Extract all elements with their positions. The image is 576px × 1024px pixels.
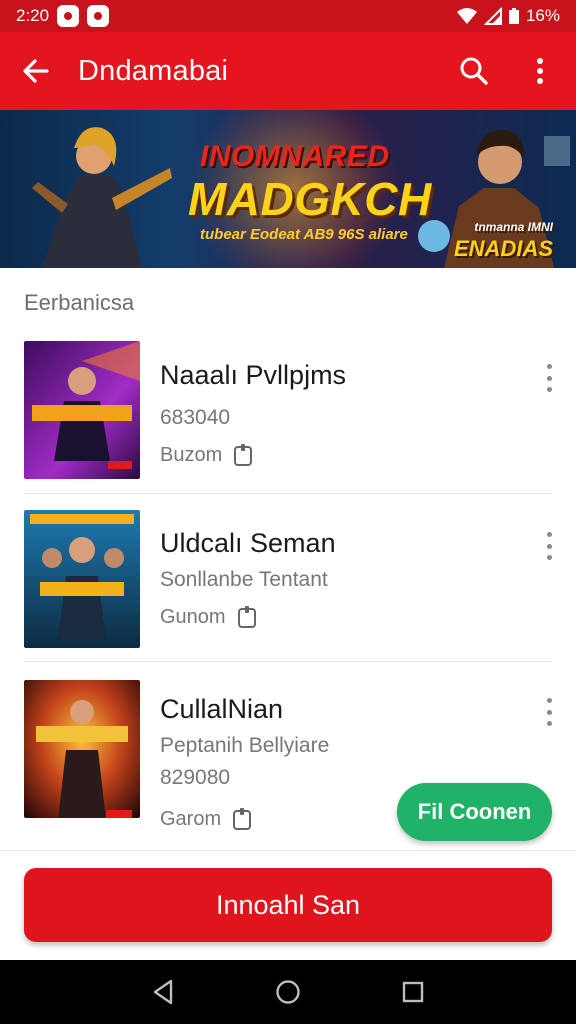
item-thumbnail — [24, 341, 140, 479]
item-thumbnail — [24, 680, 140, 818]
item-subtitle: Sonllanbe Tentant — [160, 568, 328, 591]
item-more-button[interactable] — [544, 364, 554, 392]
notification-icon — [57, 5, 80, 27]
item-more-button[interactable] — [544, 532, 554, 560]
circle-home-icon — [276, 980, 300, 1004]
banner-badge: tnmanna IMNI ENADIAS — [454, 216, 553, 260]
search-button[interactable] — [454, 51, 494, 91]
item-title: Naaalı Pvllpjms — [160, 360, 347, 390]
banner-subtitle: tubear Eodeat AB9 96S aliare — [200, 226, 408, 243]
arrow-left-icon — [23, 59, 49, 83]
nav-home-button[interactable] — [268, 972, 308, 1012]
record-icon — [87, 5, 110, 27]
list-item[interactable]: Naaalı Pvllpjms 683040 Buzom — [24, 326, 552, 494]
search-icon — [460, 57, 488, 85]
nav-back-button[interactable] — [143, 972, 183, 1012]
status-time: 2:20 — [16, 6, 50, 25]
app-actions — [454, 51, 560, 91]
dot-icon — [546, 698, 552, 703]
page-title: Dndamabai — [78, 54, 229, 87]
dot-icon — [546, 543, 552, 549]
divider — [0, 850, 576, 851]
promo-banner[interactable]: INOMNARED MADGKCH tubear Eodeat AB9 96S … — [0, 110, 576, 268]
item-more-button[interactable] — [544, 698, 554, 726]
dot-icon — [546, 532, 552, 537]
clipboard-icon — [234, 443, 253, 466]
item-meta: Gunom — [160, 605, 256, 629]
status-bar: 2:20 16% — [0, 0, 576, 32]
poster-illustration — [24, 341, 140, 479]
status-right: 16% — [456, 6, 560, 26]
item-subtitle: Peptanih Bellyiare — [160, 734, 330, 757]
hero-left-illustration — [32, 127, 172, 268]
app-bar: Dndamabai — [0, 32, 576, 110]
item-list: Naaalı Pvllpjms 683040 Buzom Uldcalı Sem… — [0, 326, 576, 830]
section-label: Eerbanicsa — [24, 290, 135, 315]
item-meta: Buzom — [160, 443, 253, 467]
dot-icon — [546, 709, 552, 715]
dot-icon — [546, 364, 552, 369]
signal-icon — [483, 7, 502, 25]
clipboard-icon — [233, 807, 252, 830]
square-recent-icon — [403, 981, 424, 1003]
item-thumbnail — [24, 510, 140, 648]
item-title: Uldcalı Seman — [160, 528, 336, 558]
item-subtitle: 683040 — [160, 406, 231, 429]
item-meta-label: Buzom — [160, 444, 223, 466]
dot-icon — [546, 721, 552, 726]
banner-headline: INOMNARED — [200, 140, 390, 173]
back-button[interactable] — [16, 51, 56, 91]
primary-action-button[interactable]: Innoahl San — [24, 868, 552, 942]
banner-title: MADGKCH — [188, 173, 432, 225]
banner-badge-line1: tnmanna IMNI — [474, 220, 554, 234]
poster-illustration — [24, 680, 140, 818]
item-meta: Garom — [160, 807, 252, 831]
dot-icon — [546, 375, 552, 381]
overflow-menu-button[interactable] — [520, 51, 560, 91]
nav-recent-button[interactable] — [393, 972, 433, 1012]
poster-illustration — [24, 510, 140, 648]
clipboard-icon — [237, 605, 256, 628]
more-vertical-icon — [537, 58, 543, 84]
item-subtitle-2: 829080 — [160, 766, 231, 789]
dot-icon — [546, 387, 552, 392]
wifi-icon — [456, 8, 477, 24]
battery-icon — [508, 8, 519, 24]
item-meta-label: Gunom — [160, 606, 226, 628]
triangle-back-icon — [153, 979, 172, 1005]
system-nav-bar — [0, 960, 576, 1024]
item-title: CullalNian — [160, 694, 284, 724]
battery-percent: 16% — [525, 6, 560, 25]
banner-badge-line2: ENADIAS — [454, 236, 554, 261]
dot-icon — [546, 555, 552, 560]
item-meta-label: Garom — [160, 808, 222, 830]
list-item[interactable]: Uldcalı Seman Sonllanbe Tentant Gunom — [24, 494, 552, 662]
fab-button[interactable]: Fil Coonen — [397, 783, 552, 841]
status-left: 2:20 — [16, 5, 110, 27]
